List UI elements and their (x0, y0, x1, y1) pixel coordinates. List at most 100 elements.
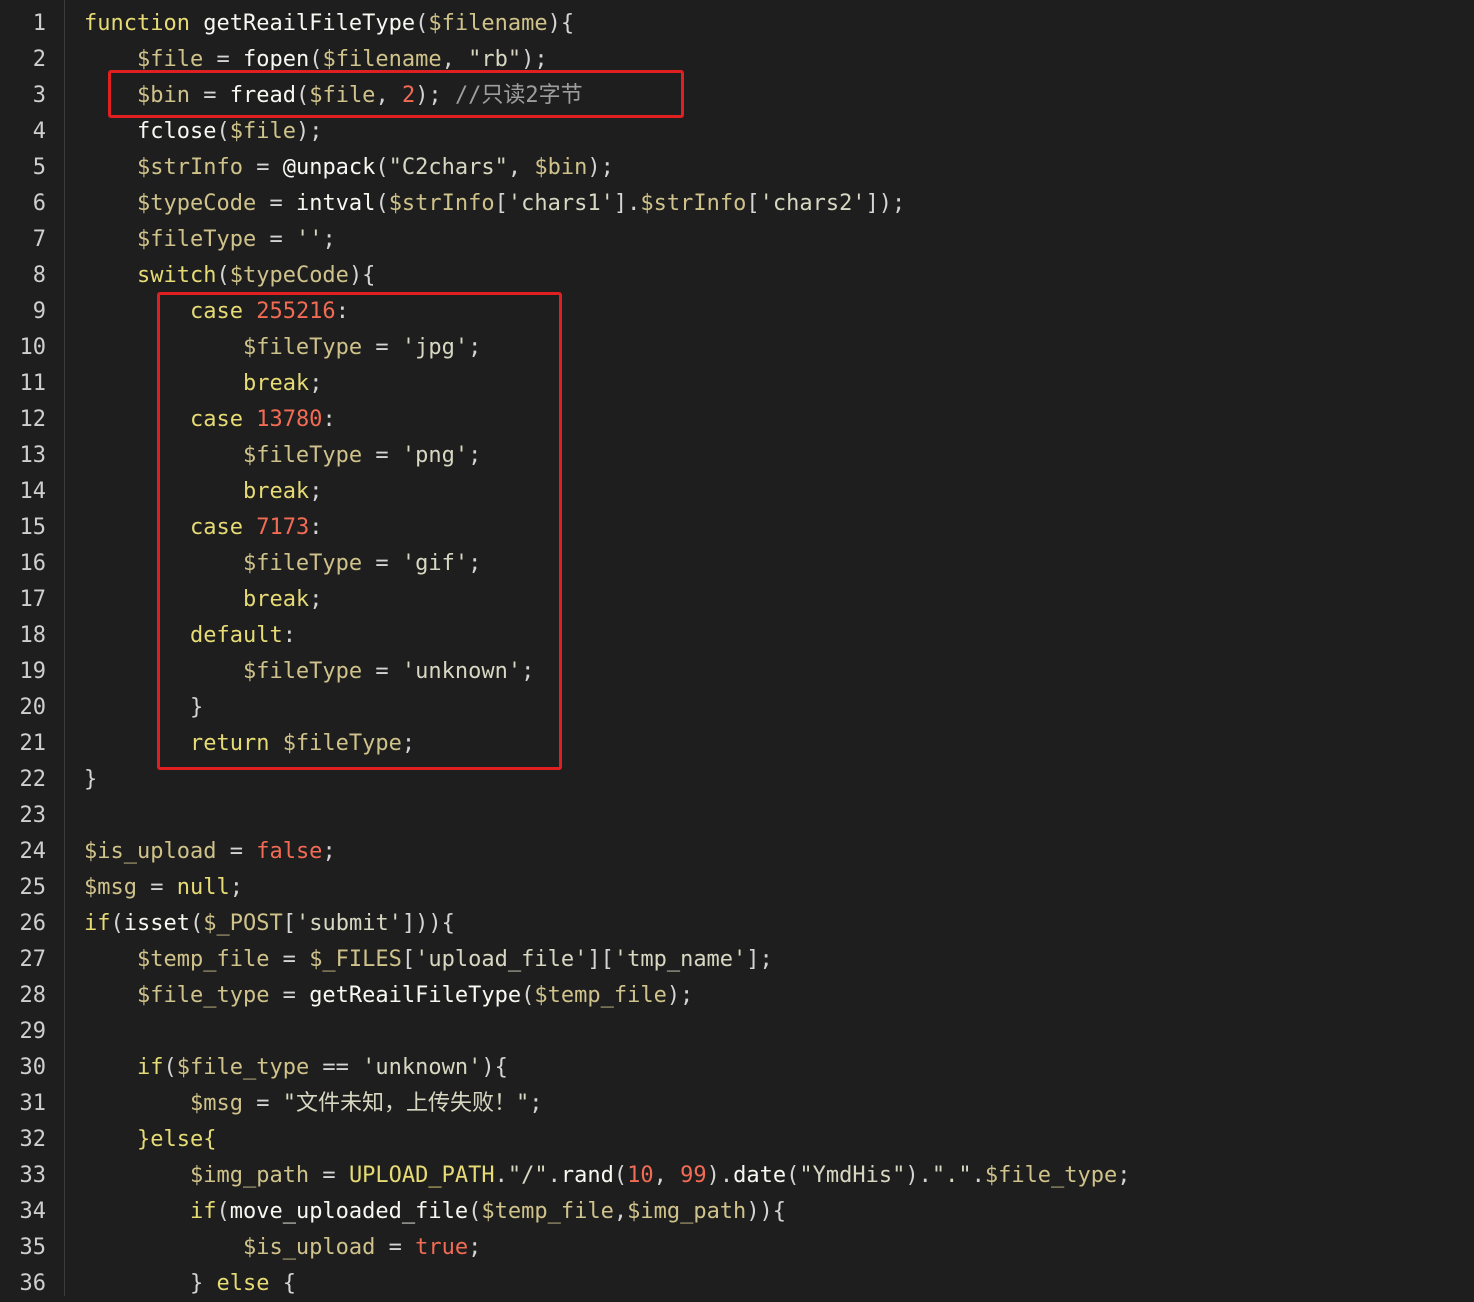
code-token: 'unknown' (362, 1055, 482, 1080)
code-token: $msg (84, 875, 137, 900)
code-token: intval (295, 191, 376, 216)
code-token: ; (529, 1091, 543, 1116)
code-token: { (269, 1271, 296, 1296)
line-number: 17 (19, 587, 47, 612)
code-line[interactable]: case 7173: (84, 510, 322, 546)
code-line[interactable]: $strInfo = @unpack("C2chars", $bin); (84, 150, 614, 186)
code-token: $fileType (242, 659, 363, 684)
code-token: "文件未知，上传失败！" (282, 1091, 530, 1116)
code-token: fclose (136, 119, 217, 144)
code-token: getReailFileType (309, 983, 522, 1008)
code-line[interactable]: default: (84, 618, 296, 654)
code-line[interactable]: $typeCode = intval($strInfo['chars1'].$s… (84, 186, 905, 222)
code-line[interactable]: $msg = null; (84, 870, 243, 906)
code-line[interactable]: case 255216: (84, 294, 349, 330)
code-line[interactable]: $is_upload = true; (84, 1230, 481, 1266)
code-line[interactable]: } (84, 690, 203, 726)
code-token: fopen (242, 47, 310, 72)
line-number: 20 (19, 695, 47, 720)
line-number: 24 (19, 839, 47, 864)
code-line[interactable]: } (84, 762, 97, 798)
code-line[interactable]: $file = fopen($filename, "rb"); (84, 42, 548, 78)
code-token: ( (415, 11, 429, 36)
code-token: = (269, 983, 310, 1008)
line-number: 12 (19, 407, 47, 432)
code-token: . (971, 1163, 985, 1188)
code-line[interactable]: if($file_type == 'unknown'){ (84, 1050, 508, 1086)
code-token: 'chars2' (759, 191, 866, 216)
code-line[interactable]: switch($typeCode){ (84, 258, 375, 294)
code-token: . (494, 1163, 508, 1188)
code-token: $file_type (136, 983, 270, 1008)
code-line[interactable]: }else{ (84, 1122, 216, 1158)
code-token: , (613, 1199, 628, 1224)
code-token: ){ (547, 11, 575, 36)
code-token: ). (905, 1163, 932, 1188)
code-token: if (84, 911, 111, 936)
code-token: ; (468, 1235, 482, 1260)
code-line[interactable]: return $fileType; (84, 726, 415, 762)
code-token: $fileType (282, 731, 402, 756)
code-token: function (84, 11, 204, 36)
code-line[interactable]: $fileType = 'png'; (84, 438, 481, 474)
code-token: : (282, 623, 296, 648)
code-line[interactable]: $file_type = getReailFileType($temp_file… (84, 978, 693, 1014)
code-token: ( (189, 911, 204, 936)
code-token: date (733, 1163, 787, 1188)
code-token: ). (706, 1163, 734, 1188)
code-line[interactable]: function getReailFileType($filename){ (84, 6, 574, 42)
line-number: 1 (32, 11, 46, 36)
code-token: ; (468, 335, 482, 360)
code-token: ( (613, 1163, 628, 1188)
code-line[interactable]: $bin = fread($file, 2); //只读2字节 (84, 78, 583, 114)
code-line[interactable]: $msg = "文件未知，上传失败！"; (84, 1086, 542, 1122)
code-line[interactable]: case 13780: (84, 402, 336, 438)
line-number: 25 (19, 875, 47, 900)
code-line[interactable]: $is_upload = false; (84, 834, 336, 870)
line-number: 35 (19, 1235, 47, 1260)
code-token: ; (401, 731, 416, 756)
code-token: = (309, 1163, 349, 1188)
code-line[interactable]: $fileType = ''; (84, 222, 336, 258)
code-token: case (189, 407, 257, 432)
code-editor[interactable]: 1 2 3 4 5 6 7 8 9 10 11 12 13 14 15 16 17 18 19 20 21 22 23 24 2… (0, 0, 1474, 1296)
code-token: 99 (680, 1163, 707, 1188)
code-token: @unpack (282, 155, 376, 180)
code-line[interactable]: if(move_uploaded_file($temp_file,$img_pa… (84, 1194, 786, 1230)
code-token: 'gif' (401, 551, 469, 576)
code-token: 10 (627, 1163, 654, 1188)
code-line[interactable]: $fileType = 'gif'; (84, 546, 481, 582)
line-number: 5 (32, 155, 46, 180)
line-number: 32 (19, 1127, 47, 1152)
code-line[interactable]: $fileType = 'unknown'; (84, 654, 534, 690)
code-token: $_FILES (309, 947, 402, 972)
code-line[interactable]: break; (84, 582, 322, 618)
code-token: 'jpg' (401, 335, 469, 360)
code-token: true (415, 1235, 469, 1260)
code-line[interactable]: $temp_file = $_FILES['upload_file']['tmp… (84, 942, 773, 978)
code-token: ){ (348, 263, 376, 288)
code-line[interactable]: $fileType = 'jpg'; (84, 330, 481, 366)
code-line[interactable]: break; (84, 474, 322, 510)
line-number: 19 (19, 659, 47, 684)
code-token: switch (136, 263, 217, 288)
code-token: } (189, 695, 204, 720)
code-line[interactable]: $img_path = UPLOAD_PATH."/".rand(10, 99)… (84, 1158, 1131, 1194)
code-token: , (375, 83, 402, 108)
code-line[interactable]: } else { (84, 1266, 296, 1302)
code-line[interactable]: fclose($file); (84, 114, 322, 150)
code-line[interactable]: break; (84, 366, 322, 402)
code-line[interactable]: if(isset($_POST['submit'])){ (84, 906, 455, 942)
line-number: 9 (32, 299, 46, 324)
code-token: //只读2字节 (454, 83, 583, 108)
